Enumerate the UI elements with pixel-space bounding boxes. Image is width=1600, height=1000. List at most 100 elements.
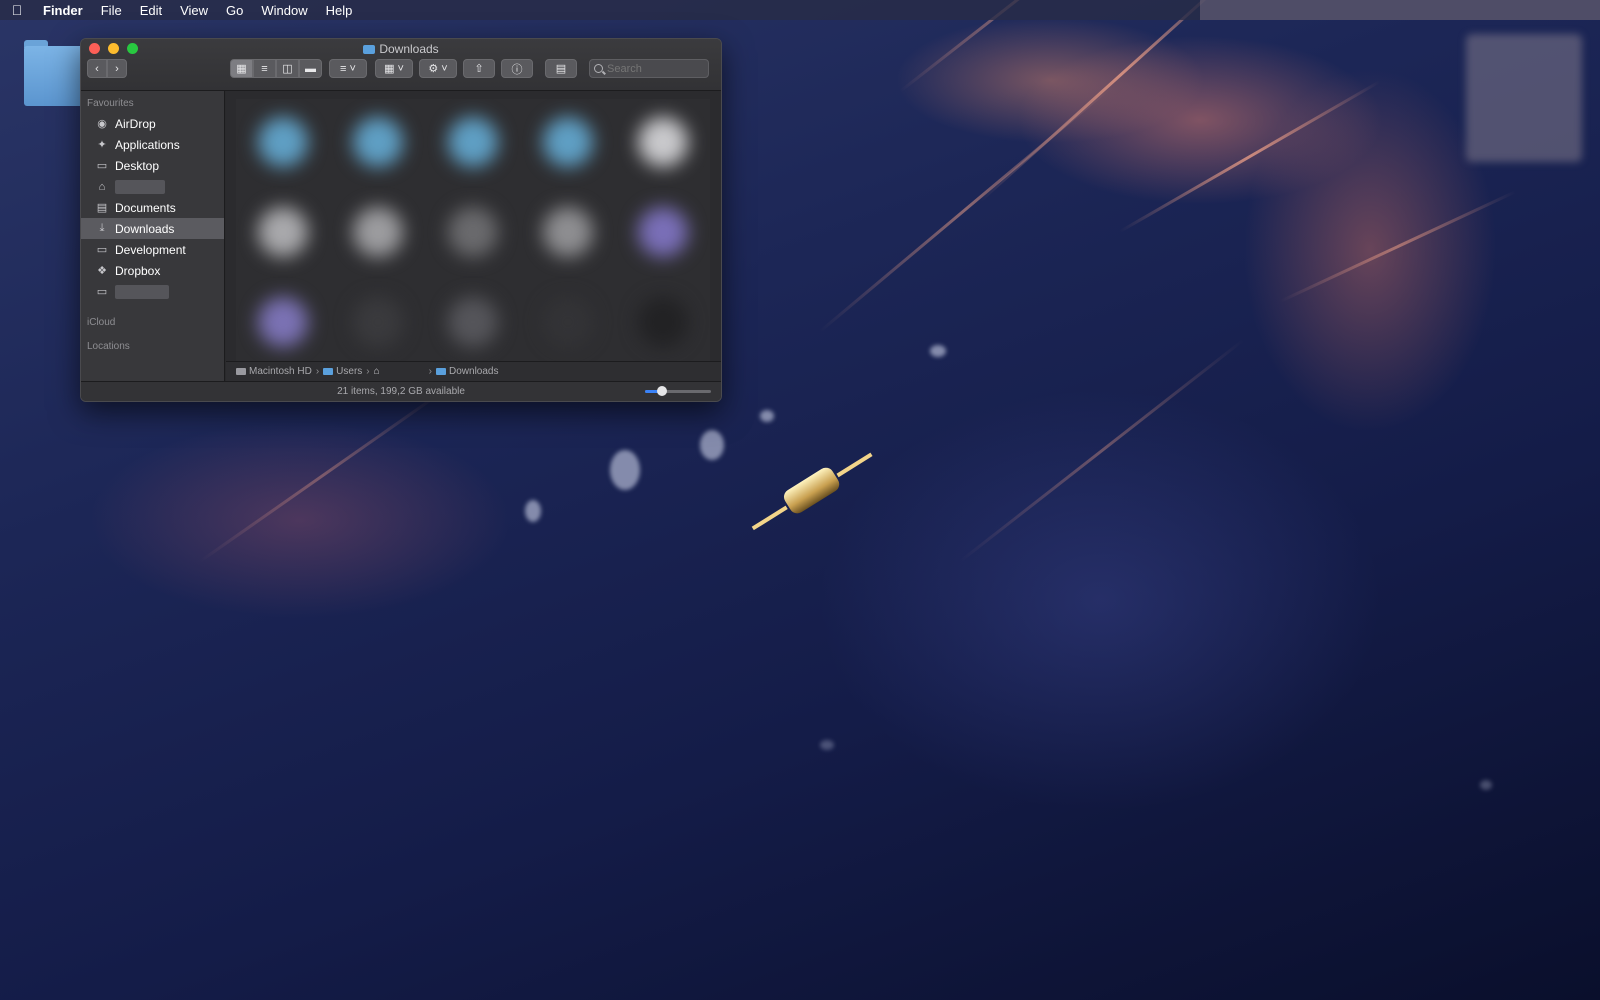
sidebar-item-desktop[interactable]: ▭ Desktop xyxy=(81,155,224,176)
slider-knob[interactable] xyxy=(656,386,667,396)
sidebar-item-folder[interactable]: ▭ xyxy=(81,281,224,302)
path-item-label: Downloads xyxy=(449,366,499,377)
sidebar-item-dropbox[interactable]: ❖ Dropbox xyxy=(81,260,224,281)
path-item[interactable]: Downloads xyxy=(436,366,499,377)
file-item[interactable] xyxy=(448,207,498,257)
dropbox-icon: ❖ xyxy=(97,265,107,277)
apple-logo-icon[interactable]:  xyxy=(0,2,34,18)
window-titlebar[interactable]: Downloads ‹ › ▦ ≡ ◫ ▬ ≡ ˅ ▦ ˅ ⚙ ˅ ⇧ ⓘ ▤ xyxy=(81,39,721,91)
applications-icon: ✦ xyxy=(97,139,107,151)
file-item[interactable] xyxy=(353,117,403,167)
file-item[interactable] xyxy=(448,297,498,347)
sidebar-item-label: Applications xyxy=(115,137,180,152)
get-info-button[interactable]: ⓘ xyxy=(501,59,533,78)
file-item[interactable] xyxy=(448,117,498,167)
share-icon: ⇧ xyxy=(474,63,484,75)
path-item[interactable]: Macintosh HD xyxy=(236,366,312,377)
file-item[interactable] xyxy=(638,207,688,257)
chevron-right-icon: › xyxy=(115,62,119,75)
file-thumbnails-blurred xyxy=(236,99,710,363)
path-item[interactable]: ⌂ xyxy=(374,366,425,377)
menu-edit[interactable]: Edit xyxy=(131,3,171,18)
group-by-button[interactable]: ≡ ˅ xyxy=(329,59,367,78)
group-icon: ≡ ˅ xyxy=(340,62,356,75)
menu-file[interactable]: File xyxy=(92,3,131,18)
sidebar-item-development[interactable]: ▭ Development xyxy=(81,239,224,260)
sidebar-item-home[interactable]: ⌂ xyxy=(81,176,224,197)
desktop-folder-icon[interactable] xyxy=(24,40,84,106)
finder-window: Downloads ‹ › ▦ ≡ ◫ ▬ ≡ ˅ ▦ ˅ ⚙ ˅ ⇧ ⓘ ▤ xyxy=(80,38,722,402)
file-item[interactable] xyxy=(258,207,308,257)
file-item[interactable] xyxy=(543,297,593,347)
status-bar: 21 items, 199,2 GB available xyxy=(81,381,721,401)
icon-view-button[interactable]: ▦ xyxy=(230,59,253,78)
sidebar-item-label-redacted xyxy=(115,179,165,194)
sidebar-section-favourites[interactable]: Favourites xyxy=(81,95,224,113)
home-icon: ⌂ xyxy=(98,180,106,193)
column-view-button[interactable]: ◫ xyxy=(276,59,299,78)
home-icon: ⌂ xyxy=(373,366,380,377)
sidebar-item-label: AirDrop xyxy=(115,116,156,131)
share-button[interactable]: ⇧ xyxy=(463,59,495,78)
path-item[interactable]: Users xyxy=(323,366,362,377)
folder-icon xyxy=(436,368,447,375)
action-button[interactable]: ⚙ ˅ xyxy=(419,59,457,78)
menu-app-name[interactable]: Finder xyxy=(34,3,92,18)
file-item[interactable] xyxy=(638,117,688,167)
folder-icon: ▭ xyxy=(96,244,108,256)
menu-view[interactable]: View xyxy=(171,3,217,18)
folder-icon: ▭ xyxy=(96,286,108,298)
sidebar-item-label-redacted xyxy=(115,284,169,299)
connect-server-button[interactable]: ▤ xyxy=(545,59,577,78)
sidebar-item-label: Downloads xyxy=(115,221,175,236)
sidebar-item-label: Dropbox xyxy=(115,263,161,278)
search-field[interactable] xyxy=(589,59,709,78)
search-icon xyxy=(594,64,603,73)
hard-drive-icon xyxy=(236,368,246,375)
airdrop-icon: ◉ xyxy=(97,118,107,130)
menu-window[interactable]: Window xyxy=(252,3,316,18)
menubar-status-area xyxy=(1200,0,1600,20)
path-item-label-redacted xyxy=(383,367,425,377)
computer-icon: ▤ xyxy=(555,63,567,75)
documents-icon: ▤ xyxy=(96,202,108,214)
path-separator-icon: › xyxy=(366,366,370,377)
menu-bar:  Finder File Edit View Go Window Help xyxy=(0,0,1600,20)
search-input[interactable] xyxy=(607,62,697,75)
sidebar-item-downloads[interactable]: ⤓ Downloads xyxy=(81,218,224,239)
file-item[interactable] xyxy=(353,297,403,347)
chevron-left-icon: ‹ xyxy=(95,62,99,75)
sidebar-item-label: Development xyxy=(115,242,186,257)
window-title: Downloads xyxy=(81,42,721,56)
file-item[interactable] xyxy=(543,117,593,167)
sidebar-section-icloud[interactable]: iCloud xyxy=(81,314,224,332)
folder-icon xyxy=(363,45,376,54)
sidebar-item-documents[interactable]: ▤ Documents xyxy=(81,197,224,218)
desktop-blurred-item[interactable] xyxy=(1466,34,1582,162)
arrange-button[interactable]: ▦ ˅ xyxy=(375,59,413,78)
path-separator-icon: › xyxy=(315,366,320,377)
file-item[interactable] xyxy=(543,207,593,257)
sidebar-section-locations[interactable]: Locations xyxy=(81,338,224,356)
downloads-icon: ⤓ xyxy=(99,222,105,234)
menu-help[interactable]: Help xyxy=(317,3,362,18)
file-item[interactable] xyxy=(638,297,688,347)
file-item[interactable] xyxy=(353,207,403,257)
path-item-label: Macintosh HD xyxy=(249,366,312,377)
gear-icon: ⚙ ˅ xyxy=(428,63,448,75)
sidebar-item-applications[interactable]: ✦ Applications xyxy=(81,134,224,155)
menu-go[interactable]: Go xyxy=(217,3,252,18)
sidebar-item-airdrop[interactable]: ◉ AirDrop xyxy=(81,113,224,134)
file-item[interactable] xyxy=(258,117,308,167)
window-title-text: Downloads xyxy=(379,42,439,56)
arrange-grid-icon: ▦ ˅ xyxy=(384,63,404,75)
icon-size-slider[interactable] xyxy=(645,386,711,396)
file-item[interactable] xyxy=(258,297,308,347)
list-view-button[interactable]: ≡ xyxy=(253,59,276,78)
gallery-view-button[interactable]: ▬ xyxy=(299,59,322,78)
columns-icon: ◫ xyxy=(282,63,293,75)
forward-button[interactable]: › xyxy=(107,59,127,78)
grid-icon: ▦ xyxy=(236,63,247,75)
back-button[interactable]: ‹ xyxy=(87,59,107,78)
gallery-icon: ▬ xyxy=(305,62,316,75)
